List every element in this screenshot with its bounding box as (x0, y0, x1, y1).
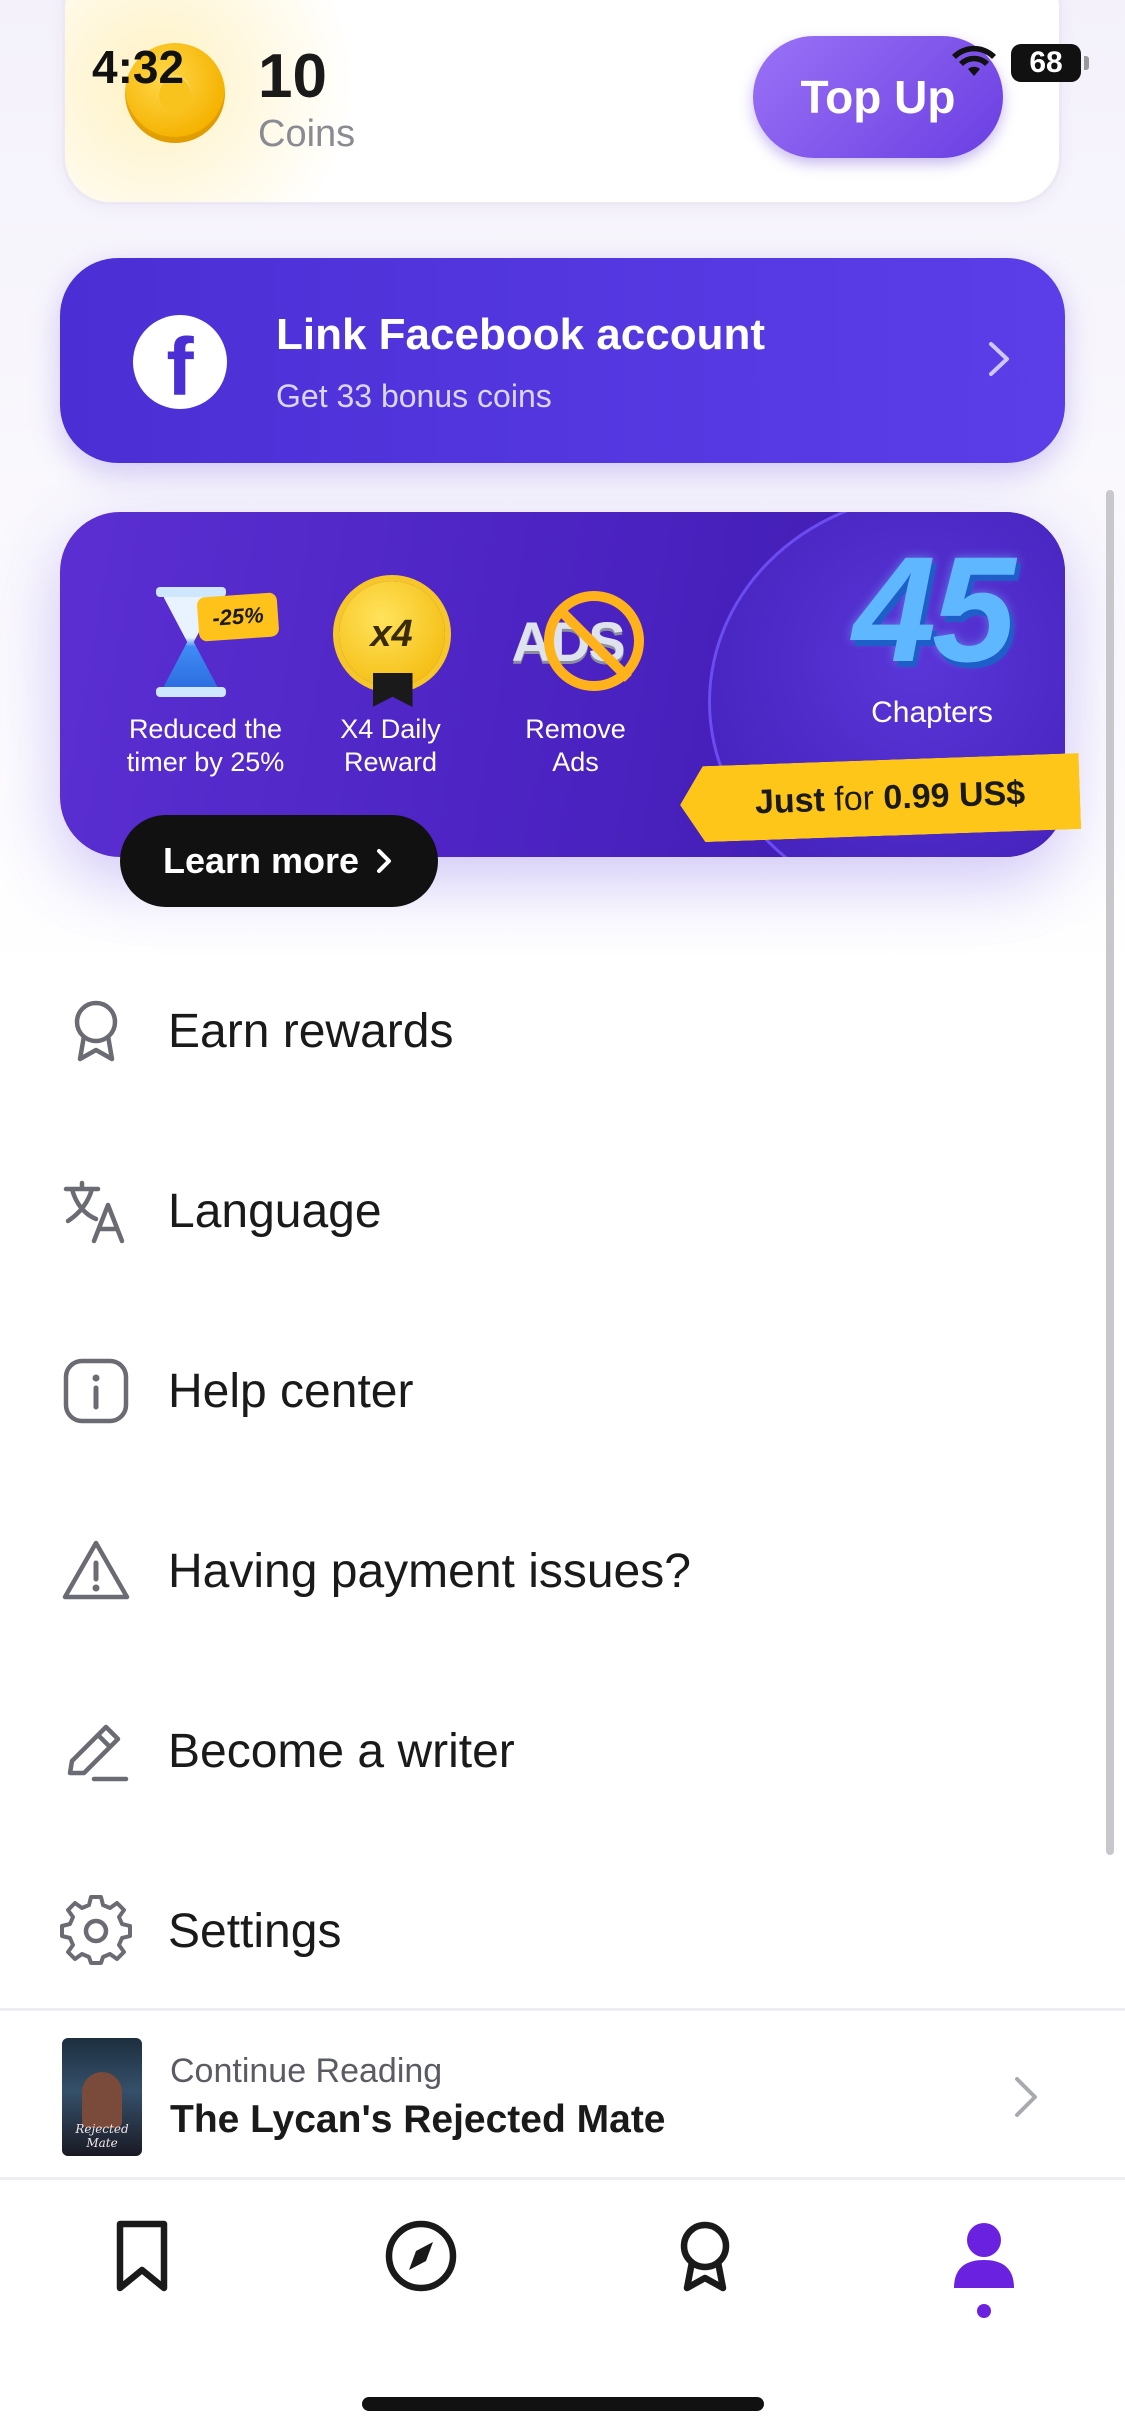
benefit-label: Reduced the timer by 25% (118, 713, 293, 779)
x4-badge-text: x4 (338, 581, 445, 687)
facebook-icon: f (133, 315, 227, 409)
chevron-right-icon (989, 342, 1009, 376)
compass-icon[interactable] (381, 2216, 461, 2296)
price-tag[interactable]: Just for 0.99 US$ (679, 753, 1081, 843)
battery-icon: 68 (1011, 44, 1089, 82)
prohibited-icon (543, 591, 644, 691)
continue-reading-bar[interactable]: Rejected Mate Continue Reading The Lycan… (0, 2008, 1125, 2180)
price-prefix: Just (754, 780, 826, 821)
menu-item-payment-issues[interactable]: Having payment issues? (0, 1496, 1105, 1646)
benefit-label-line: Reward (343, 747, 438, 777)
person-icon[interactable] (944, 2216, 1024, 2296)
menu-item-become-writer[interactable]: Become a writer (0, 1676, 1105, 1826)
learn-more-label: Learn more (162, 840, 360, 881)
menu-label: Having payment issues? (168, 1544, 691, 1598)
menu-label: Become a writer (168, 1724, 515, 1778)
book-cover: Rejected Mate (62, 2038, 142, 2156)
pencil-icon (67, 1724, 129, 1782)
link-facebook-banner[interactable]: f Link Facebook account Get 33 bonus coi… (60, 258, 1065, 463)
menu-label: Language (168, 1184, 382, 1238)
premium-promo-card[interactable]: -25% Reduced the timer by 25% x4 X4 Dail… (60, 512, 1065, 857)
benefit-label-line: timer by 25% (126, 747, 285, 777)
menu-label: Earn rewards (168, 1004, 454, 1058)
status-icons: 68 (951, 44, 1089, 82)
translate-icon (63, 1180, 125, 1244)
benefit-label-line: Remove (525, 714, 626, 744)
x4-badge-icon: x4 (321, 577, 461, 707)
benefit-remove-ads: ADS Remove Ads (488, 577, 663, 779)
no-ads-icon: ADS (506, 577, 646, 707)
hourglass-icon: -25% (136, 577, 279, 707)
benefit-label: Remove Ads (488, 713, 663, 779)
coins-balance: 10 (258, 42, 327, 111)
home-indicator (362, 2397, 764, 2411)
profile-page: 4:32 68 10 Coins Top Up f Link Facebook … (0, 0, 1125, 2436)
chapters-count: 45 (852, 525, 1016, 693)
status-time: 4:32 (92, 41, 185, 93)
book-cover-title: Rejected Mate (75, 2122, 129, 2150)
menu-label: Settings (168, 1904, 342, 1958)
discount-tag: -25% (196, 592, 279, 642)
award-icon (74, 1000, 118, 1062)
link-facebook-subtitle: Get 33 bonus coins (276, 378, 552, 414)
chevron-right-icon (377, 849, 392, 873)
bookmark-icon[interactable] (102, 2216, 182, 2296)
continue-reading-title: The Lycan's Rejected Mate (170, 2098, 666, 2141)
benefit-x4-daily-reward: x4 X4 Daily Reward (303, 577, 478, 779)
price-value: 0.99 US$ (882, 773, 1026, 817)
benefit-label-line: Ads (552, 747, 599, 777)
price-for: for (833, 778, 875, 819)
menu-item-settings[interactable]: Settings (0, 1856, 1105, 2006)
benefit-label-line: X4 Daily (340, 714, 441, 744)
info-icon (63, 1358, 129, 1424)
active-tab-indicator (977, 2304, 991, 2318)
gear-icon (60, 1895, 132, 1965)
scrollbar[interactable] (1106, 490, 1114, 1855)
benefit-reduced-timer: -25% Reduced the timer by 25% (118, 577, 293, 779)
badge-ribbon (372, 673, 413, 707)
award-icon[interactable] (665, 2216, 745, 2296)
warning-icon (62, 1540, 130, 1600)
coins-card: 10 Coins Top Up (62, 0, 1062, 205)
wifi-icon (952, 46, 996, 76)
menu-item-earn-rewards[interactable]: Earn rewards (0, 956, 1105, 1106)
menu-item-help-center[interactable]: Help center (0, 1316, 1105, 1466)
link-facebook-title: Link Facebook account (276, 310, 765, 359)
coins-label: Coins (258, 113, 356, 155)
benefit-label: X4 Daily Reward (303, 713, 478, 779)
benefit-label-line: Reduced the (128, 714, 283, 744)
learn-more-button[interactable]: Learn more (120, 815, 438, 907)
menu-item-language[interactable]: Language (0, 1136, 1105, 1286)
continue-reading-label: Continue Reading (170, 2052, 443, 2090)
chapters-label: Chapters (871, 696, 993, 729)
chevron-right-icon (1015, 2077, 1037, 2117)
menu-label: Help center (168, 1364, 414, 1418)
